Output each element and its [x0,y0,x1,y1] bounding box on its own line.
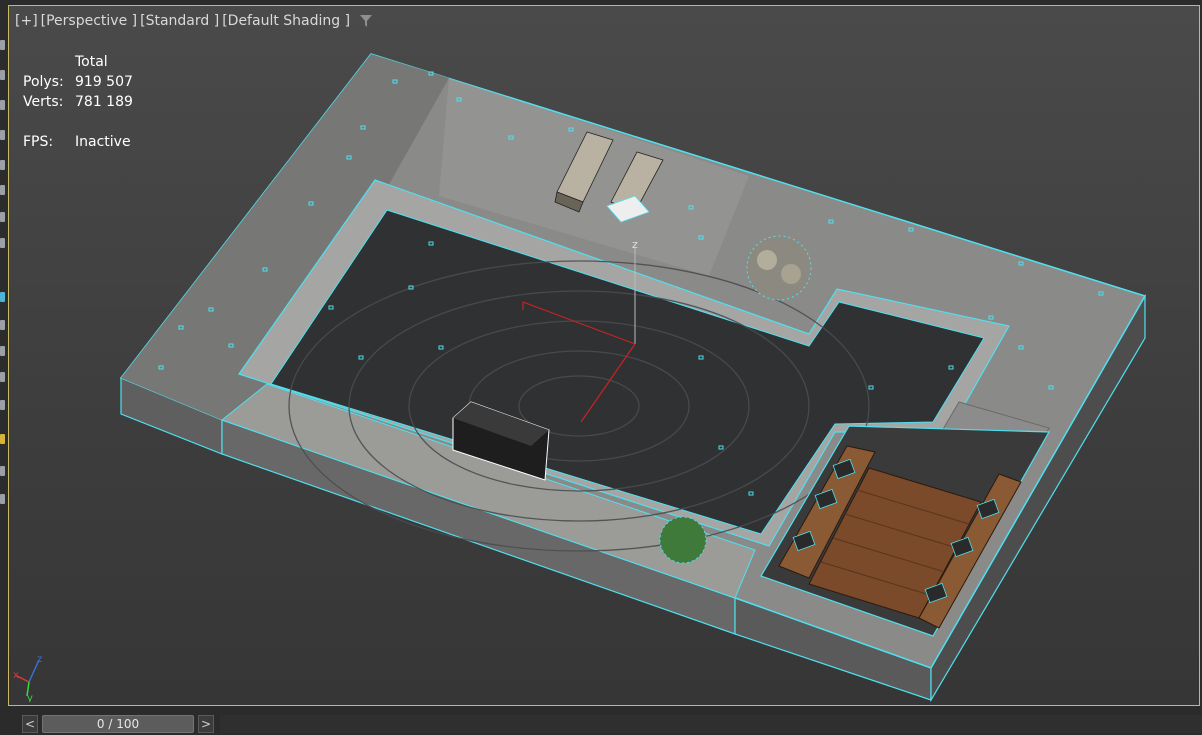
timeline-track[interactable] [220,715,1202,733]
perspective-viewport[interactable]: z [+] [Perspective ] [Standard ] [Defaul… [8,5,1200,706]
app-window: z [+] [Perspective ] [Standard ] [Defaul… [0,0,1202,735]
previous-frame-button[interactable]: < [22,715,38,733]
gizmo-x-label: x [13,670,19,681]
verts-value: 781 189 [75,94,133,110]
warning-icon[interactable] [0,434,5,444]
tool-icon[interactable] [0,160,5,170]
left-toolbar-strip [0,0,8,735]
tool-icon[interactable] [0,372,5,382]
axis-gizmo: z x y [13,654,42,702]
verts-label: Verts: [23,94,64,110]
fps-label: FPS: [23,134,54,150]
gizmo-z-label: z [37,654,42,665]
filter-icon[interactable] [359,14,373,28]
tool-icon[interactable] [0,238,5,248]
tool-icon[interactable] [0,40,5,50]
fps-value: Inactive [75,134,131,150]
polys-label: Polys: [23,74,64,90]
tool-icon[interactable] [0,185,5,195]
viewport-menu-shading[interactable]: [Default Shading ] [222,13,350,29]
tool-icon[interactable] [0,130,5,140]
scene-render[interactable]: z [9,6,1200,706]
tool-icon[interactable] [0,320,5,330]
planter-bush [746,235,812,301]
time-slider[interactable]: 0 / 100 [42,715,194,733]
tool-icon[interactable] [0,292,5,302]
tool-icon[interactable] [0,70,5,80]
gizmo-y-label: y [27,693,33,702]
viewport-menu-plus[interactable]: [+] [15,13,38,29]
viewport-menu-perspective[interactable]: [Perspective ] [41,13,137,29]
stats-header: Total [75,54,108,70]
next-frame-button[interactable]: > [198,715,214,733]
round-shrub [659,516,707,564]
tool-icon[interactable] [0,466,5,476]
viewport-label-bar: [+] [Perspective ] [Standard ] [Default … [15,13,373,29]
scene-statistics: Total Polys: 919 507 Verts: 781 189 FPS:… [23,52,133,152]
viewport-menu-standard[interactable]: [Standard ] [140,13,219,29]
tool-icon[interactable] [0,100,5,110]
polys-value: 919 507 [75,74,133,90]
tool-icon[interactable] [0,400,5,410]
tool-icon[interactable] [0,346,5,356]
tool-icon[interactable] [0,494,5,504]
tool-icon[interactable] [0,212,5,222]
scene-z-label: z [632,238,638,251]
time-slider-bar: < 0 / 100 > [0,708,1202,735]
